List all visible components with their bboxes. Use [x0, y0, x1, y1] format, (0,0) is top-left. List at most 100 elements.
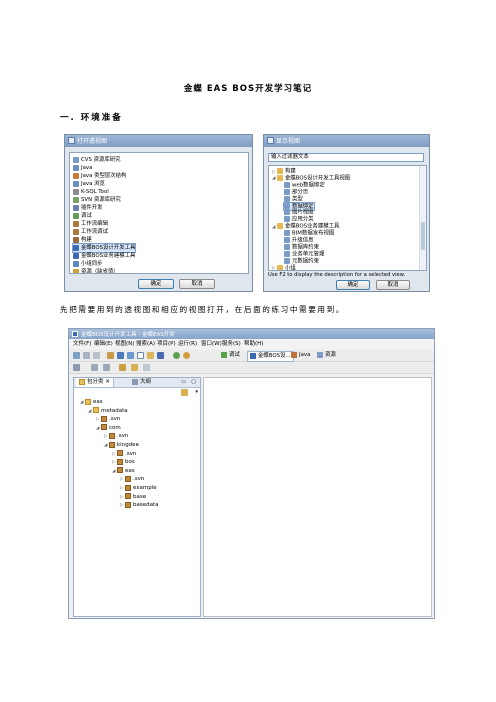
menu-item[interactable]: 搜索(A) [136, 339, 155, 349]
package-icon [101, 415, 107, 422]
tree-node[interactable]: ◢ eas [112, 467, 135, 475]
next-annotation-icon[interactable] [91, 364, 98, 371]
project-tree[interactable]: ◢ eas ◢ metadata ▷ .svn ◢ com ▷ .svn ◢ kingdee ▷ .svn… [74, 398, 200, 616]
tree-node[interactable]: ▷ .svn [112, 450, 136, 458]
scrollbar[interactable] [419, 166, 426, 270]
tree-node-label: base [133, 493, 147, 500]
menu-item[interactable]: 服务(S) [222, 339, 241, 349]
tree-node[interactable]: ◢ metadata [88, 407, 128, 415]
ok-button[interactable]: 确定 [138, 279, 174, 289]
menu-item[interactable]: 运行(R) [178, 339, 197, 349]
tree-node[interactable]: ◢ kingdee [104, 441, 139, 449]
tab-package[interactable]: 包分类 ✕ [76, 378, 114, 387]
perspective-item[interactable]: 构建 [73, 236, 92, 244]
package-icon [79, 378, 85, 385]
tree-node[interactable]: ▷ .svn [120, 475, 144, 483]
tab-outline[interactable]: 大纲 [132, 378, 151, 387]
deploy-icon[interactable] [127, 352, 134, 359]
tree-node[interactable]: ▷ bos [112, 458, 135, 466]
perspective-button[interactable]: Java [291, 351, 310, 360]
perspective-label: Java [81, 165, 93, 171]
build-icon[interactable] [107, 352, 114, 359]
menu-item[interactable]: 编辑(E) [94, 339, 113, 349]
app-icon [72, 331, 78, 337]
menu-item[interactable]: 帮助(H) [244, 339, 263, 349]
perspective-item[interactable]: K-SQL Tool [73, 188, 109, 196]
view-tree-label: 金蝶BOS设计开发工具视图 [285, 175, 351, 182]
save-icon[interactable] [83, 352, 90, 359]
perspective-item[interactable]: 插件开发 [73, 204, 103, 212]
perspective-item[interactable]: SVN 资源库研究 [73, 196, 121, 204]
scrollbar-thumb[interactable] [421, 222, 425, 250]
cancel-button[interactable]: 取消 [179, 279, 215, 289]
tree-node[interactable]: ▷ base [120, 493, 146, 501]
pin-icon[interactable] [73, 364, 80, 371]
perspective-item[interactable]: 工作流编辑 [73, 220, 108, 228]
tree-node[interactable]: ◢ com [96, 424, 121, 432]
forward-icon[interactable] [143, 364, 150, 371]
perspective-item[interactable]: 调试 [73, 212, 92, 220]
open-folder-icon[interactable] [147, 352, 154, 359]
tree-node-label: .svn [109, 416, 121, 423]
menu-item[interactable]: 文件(F) [73, 339, 91, 349]
perspective-list[interactable]: CVS 资源库研究 Java Java 类型层次结构 Java 浏览 K-SQL Too… [69, 152, 249, 274]
print-icon[interactable] [93, 352, 100, 359]
debug-icon[interactable] [173, 352, 180, 359]
view-tree[interactable]: ▷ 构建 ◢ 金蝶BOS设计开发工具视图 web数据绑定 部分页 类型 数据绑定 图片视图 应用分… [268, 165, 427, 271]
chevron-down-icon[interactable]: ▾ [195, 389, 198, 395]
tree-node-label: com [109, 424, 121, 431]
cancel-button[interactable]: 取消 [376, 280, 410, 290]
perspective-item[interactable]: 小组同步 [73, 260, 103, 268]
perspective-item[interactable]: 金蝶BOS业务建模工具 [73, 252, 135, 260]
perspective-label: 资源 [325, 352, 336, 358]
package-icon [125, 475, 131, 482]
folder-icon [85, 398, 91, 405]
tree-node[interactable]: ▷ .svn [96, 415, 120, 423]
view-icon [284, 181, 290, 188]
check-icon[interactable] [137, 352, 144, 359]
window-icon [68, 137, 75, 144]
run-external-icon[interactable] [183, 352, 190, 359]
package-icon [125, 501, 131, 508]
last-edit-icon[interactable] [119, 364, 126, 371]
view-menu-icon[interactable] [181, 389, 188, 396]
view-tree-label: 金蝶BOS业务建模工具 [285, 223, 340, 230]
tree-node-label: .svn [117, 433, 129, 440]
tree-node-label: metadata [101, 407, 128, 414]
ok-button[interactable]: 确定 [336, 280, 370, 290]
perspective-item[interactable]: 金蝶BOS设计开发工具 [71, 243, 137, 253]
perspective-item[interactable]: 资源（缺省值） [73, 268, 119, 273]
dialog-title: 显示视图 [276, 138, 301, 145]
perspective-item[interactable]: CVS 资源库研究 [73, 156, 121, 164]
tree-node[interactable]: ▷ example [120, 484, 157, 492]
menu-item[interactable]: 窗口(W) [201, 339, 222, 349]
perspective-button[interactable]: 金蝶BOS设... [247, 351, 294, 362]
dialog-titlebar: 打开透视图 [65, 135, 252, 147]
perspective-button[interactable]: 资源 [317, 351, 336, 360]
ide-title: 金蝶BOS设计开发工具 - 金蝶EAS开发 [81, 332, 175, 338]
perspective-item[interactable]: 工作流调试 [73, 228, 108, 236]
maximize-icon[interactable]: ▢ [191, 378, 196, 387]
run-icon[interactable] [157, 352, 164, 359]
perspective-item[interactable]: Java 浏览 [73, 180, 105, 188]
new-icon[interactable] [73, 352, 80, 359]
menu-item[interactable]: 视图(N) [115, 339, 134, 349]
perspective-item[interactable]: Java [73, 164, 92, 172]
filter-input[interactable]: 输入过滤器文本 [268, 153, 424, 162]
view-tree-label: 应用分类 [292, 216, 314, 223]
instruction-paragraph: 先把需要用到的透视图和相应的视图打开，在后面的练习中需要用到。 [60, 305, 346, 314]
perspective-icon [73, 156, 79, 163]
tree-node[interactable]: ◢ eas [80, 398, 103, 406]
tree-node[interactable]: ▷ .svn [104, 432, 128, 440]
tree-node-label: bos [125, 459, 135, 466]
window-icon[interactable] [117, 352, 124, 359]
minimize-icon[interactable]: ▭ [181, 378, 186, 387]
back-icon[interactable] [131, 364, 138, 371]
tree-node[interactable]: ▷ basedata [120, 501, 159, 509]
perspective-button[interactable]: 调试 [221, 351, 240, 360]
perspective-item[interactable]: Java 类型层次结构 [73, 172, 126, 180]
menu-item[interactable]: 项目(P) [157, 339, 176, 349]
prev-annotation-icon[interactable] [103, 364, 110, 371]
view-tree-label: web数据绑定 [292, 182, 325, 189]
view-tree-item[interactable]: ▷ 小组 [272, 264, 296, 270]
